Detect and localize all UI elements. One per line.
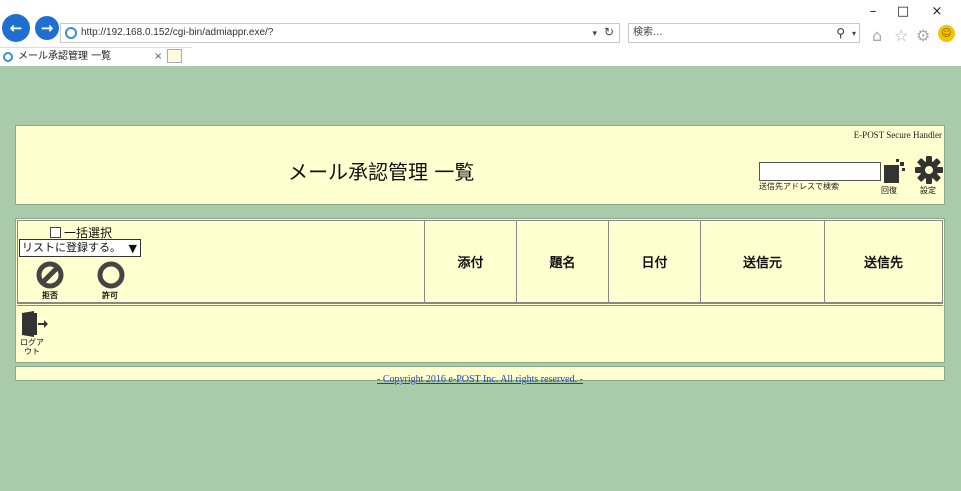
header-panel: E-POST Secure Handler メール承認管理 一覧 送信先アドレス… bbox=[15, 125, 945, 205]
back-button[interactable]: ← bbox=[2, 14, 30, 42]
refresh-icon[interactable]: ↻ bbox=[604, 23, 614, 41]
browser-search-box[interactable]: 検索... ⚲ ▾ bbox=[628, 23, 860, 43]
feedback-smiley-icon[interactable]: ☺ bbox=[938, 25, 955, 42]
recover-icon[interactable] bbox=[884, 159, 906, 183]
column-date[interactable]: 日付 bbox=[608, 220, 701, 303]
forward-arrow-icon: → bbox=[40, 19, 54, 37]
chevron-down-icon: ▼ bbox=[128, 242, 137, 255]
close-icon: × bbox=[931, 4, 943, 19]
tab-close-icon[interactable]: × bbox=[154, 48, 162, 66]
browser-chrome: ← → http://192.168.0.152/cgi-bin/admiapp… bbox=[0, 0, 961, 66]
search-dropdown-icon[interactable]: ▾ bbox=[852, 25, 856, 43]
copyright-link[interactable]: - Copyright 2016 e-POST Inc. All rights … bbox=[377, 374, 583, 385]
logout-label: ログアウト bbox=[20, 338, 44, 356]
reject-icon[interactable] bbox=[36, 261, 64, 289]
action-select[interactable]: リストに登録する。 ▼ bbox=[19, 239, 141, 257]
address-search-label: 送信先アドレスで検索 bbox=[759, 182, 839, 191]
favorites-star-icon[interactable]: ☆ bbox=[894, 26, 908, 45]
page-title: メール承認管理 一覧 bbox=[288, 160, 475, 184]
home-icon[interactable]: ⌂ bbox=[872, 26, 882, 45]
column-attachment[interactable]: 添付 bbox=[424, 220, 517, 303]
browser-search-placeholder: 検索... bbox=[633, 27, 663, 38]
back-arrow-icon: ← bbox=[9, 19, 23, 37]
allow-icon[interactable] bbox=[97, 261, 125, 289]
footer-panel: - Copyright 2016 e-POST Inc. All rights … bbox=[15, 366, 945, 385]
mail-list-panel: 一括選択 リストに登録する。 ▼ 拒否 許可 添付 題名 日付 送信元 送信先 … bbox=[15, 218, 945, 363]
minimize-button[interactable]: – bbox=[863, 4, 883, 19]
address-url: http://192.168.0.152/cgi-bin/admiappr.ex… bbox=[81, 27, 274, 38]
address-dropdown-icon[interactable]: ▾ bbox=[592, 24, 597, 42]
maximize-button[interactable]: □ bbox=[893, 4, 913, 19]
reject-label: 拒否 bbox=[42, 291, 58, 300]
close-window-button[interactable]: × bbox=[927, 4, 947, 19]
minimize-icon: – bbox=[869, 4, 877, 19]
column-recipient[interactable]: 送信先 bbox=[824, 220, 943, 303]
tools-gear-icon[interactable]: ⚙ bbox=[916, 26, 930, 45]
allow-label: 許可 bbox=[102, 291, 118, 300]
search-icon[interactable]: ⚲ bbox=[836, 24, 845, 42]
divider bbox=[17, 303, 943, 306]
recover-label: 回復 bbox=[881, 186, 897, 195]
bulk-select-checkbox[interactable] bbox=[50, 227, 61, 238]
table-header-row: 一括選択 リストに登録する。 ▼ 拒否 許可 添付 題名 日付 送信元 送信先 bbox=[17, 220, 943, 303]
settings-gear-icon[interactable] bbox=[915, 156, 943, 184]
tab-ie-icon bbox=[3, 52, 13, 62]
mail-list-table: 一括選択 リストに登録する。 ▼ 拒否 許可 添付 題名 日付 送信元 送信先 bbox=[17, 220, 943, 303]
maximize-icon: □ bbox=[896, 4, 910, 19]
ie-page-icon bbox=[65, 27, 77, 39]
new-tab-button[interactable] bbox=[167, 49, 182, 63]
tab-title: メール承認管理 一覧 bbox=[18, 51, 112, 62]
forward-button[interactable]: → bbox=[35, 16, 59, 40]
bulk-select-label: 一括選択 bbox=[64, 226, 113, 240]
address-bar[interactable]: http://192.168.0.152/cgi-bin/admiappr.ex… bbox=[60, 23, 620, 43]
controls-cell: 一括選択 リストに登録する。 ▼ 拒否 許可 bbox=[17, 220, 425, 303]
action-select-value: リストに登録する。 bbox=[22, 241, 121, 254]
settings-label: 設定 bbox=[920, 186, 936, 195]
brand-name: E-POST Secure Handler bbox=[853, 130, 942, 140]
browser-tab[interactable]: メール承認管理 一覧 × bbox=[0, 47, 192, 66]
address-search-input[interactable] bbox=[759, 162, 881, 181]
column-subject[interactable]: 題名 bbox=[516, 220, 609, 303]
column-sender[interactable]: 送信元 bbox=[700, 220, 825, 303]
logout-icon[interactable] bbox=[20, 311, 48, 337]
